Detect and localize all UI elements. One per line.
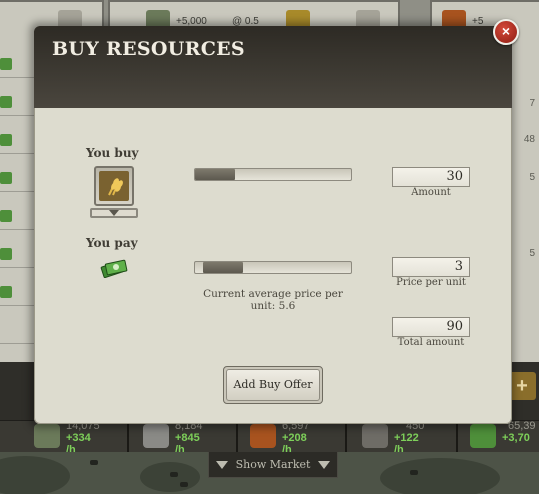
close-icon[interactable]: × bbox=[493, 19, 519, 45]
unit-marker-icon[interactable] bbox=[170, 472, 178, 477]
you-buy-label: You buy bbox=[86, 146, 139, 160]
show-market-button[interactable]: Show Market bbox=[208, 452, 338, 478]
price-slider-thumb[interactable] bbox=[203, 262, 243, 273]
money-icon bbox=[0, 172, 12, 184]
total-amount-label: Total amount bbox=[397, 337, 465, 348]
add-buy-offer-button[interactable]: Add Buy Offer bbox=[223, 366, 323, 404]
add-buy-offer-label: Add Buy Offer bbox=[226, 369, 320, 401]
price-slider[interactable] bbox=[194, 261, 352, 274]
money-icon bbox=[0, 58, 12, 70]
grain-icon bbox=[99, 171, 129, 201]
buy-resource-slot[interactable] bbox=[94, 166, 134, 206]
amount-input[interactable]: 30 bbox=[392, 167, 470, 187]
unit-marker-icon[interactable] bbox=[180, 482, 188, 487]
money-icon bbox=[100, 258, 128, 282]
show-market-label: Show Market bbox=[235, 458, 311, 471]
average-price-text: Current average price per unit: 5.6 bbox=[203, 288, 343, 312]
money-icon bbox=[0, 210, 12, 222]
triangle-down-icon bbox=[215, 460, 228, 469]
amount-label: Amount bbox=[411, 187, 451, 198]
market-side-value: 7 bbox=[529, 98, 535, 109]
buy-resources-dialog: BUY RESOURCES You buy You pay 30 Amount bbox=[34, 26, 512, 424]
market-side-value: 48 bbox=[523, 134, 535, 145]
dialog-title: BUY RESOURCES bbox=[52, 38, 245, 60]
money-icon bbox=[0, 248, 12, 260]
triangle-down-icon bbox=[318, 460, 331, 469]
market-side-value: 5 bbox=[529, 248, 535, 259]
money-icon bbox=[0, 134, 12, 146]
unit-marker-icon[interactable] bbox=[410, 470, 418, 475]
amount-slider[interactable] bbox=[194, 168, 352, 181]
chevron-down-icon bbox=[109, 210, 119, 216]
you-pay-label: You pay bbox=[86, 236, 138, 250]
total-amount-field: 90 bbox=[392, 317, 470, 337]
money-icon bbox=[0, 286, 12, 298]
resource-rate: +3,70 bbox=[502, 432, 530, 444]
price-per-unit-input[interactable]: 3 bbox=[392, 257, 470, 277]
amount-slider-thumb[interactable] bbox=[195, 169, 235, 180]
market-side-value: 5 bbox=[529, 172, 535, 183]
dialog-header: BUY RESOURCES bbox=[34, 26, 512, 108]
price-per-unit-label: Price per unit bbox=[396, 277, 466, 288]
resource-select-dropdown[interactable] bbox=[90, 208, 138, 218]
unit-marker-icon[interactable] bbox=[90, 460, 98, 465]
money-icon bbox=[0, 96, 12, 108]
